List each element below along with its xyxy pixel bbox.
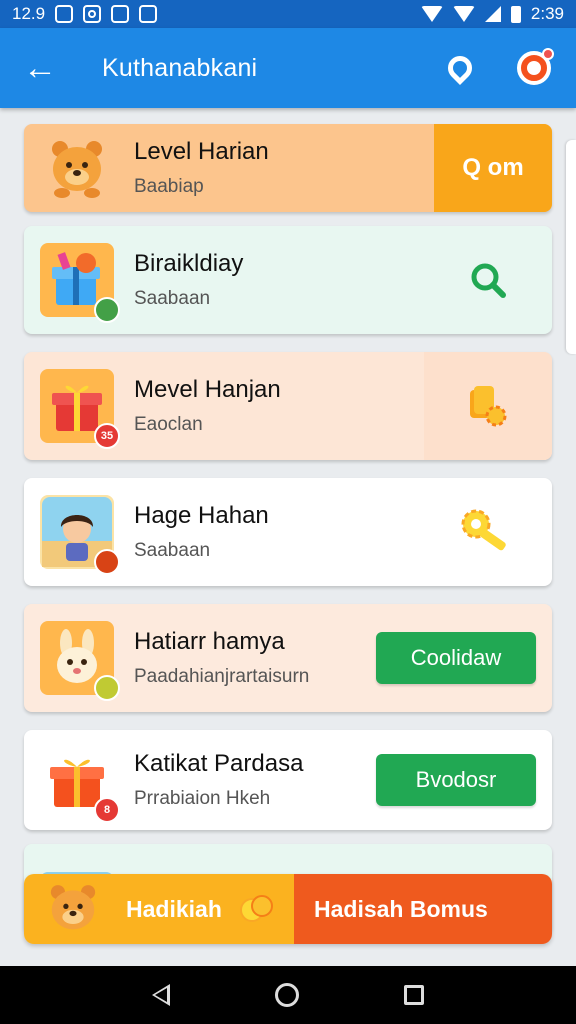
signal-icon [484, 6, 501, 22]
card-title: Hatiarr hamya [134, 628, 285, 655]
card-title: Mevel Hanjan [134, 376, 281, 403]
banner-left-label: Hadikiah [126, 895, 222, 922]
key-icon [461, 509, 506, 551]
scroll-indicator[interactable] [566, 140, 576, 354]
settings-button[interactable] [424, 352, 552, 460]
level-badge: 8 [94, 797, 120, 823]
back-button[interactable]: ← [20, 48, 60, 88]
card-subtitle: Prrabiaion Hkeh [134, 788, 271, 809]
reward-list: Level Harian Baabiap Q om Biraikldiay Sa… [24, 124, 552, 934]
card-title: Katikat Pardasa [134, 750, 304, 777]
card-title: Biraikldiay [134, 250, 244, 277]
key-button[interactable] [424, 478, 552, 586]
card-subtitle: Baabiap [134, 176, 204, 197]
photo-notification-icon [55, 5, 74, 23]
page-title: Kuthanabkani [102, 53, 258, 82]
bunny-icon [40, 621, 120, 701]
record-notification-icon [83, 5, 102, 23]
level-badge: 35 [94, 423, 120, 449]
notification-button[interactable] [512, 46, 556, 90]
avatar-child-icon [40, 495, 120, 575]
claim-button[interactable]: Bvodosr [376, 754, 536, 806]
card-text: Katikat Pardasa Prrabiaion Hkeh [134, 749, 303, 811]
list-item-katikat-pardasa[interactable]: 8 Katikat Pardasa Prrabiaion Hkeh Bvodos… [24, 730, 552, 830]
card-subtitle: Saabaan [134, 288, 211, 309]
card-subtitle: Paadahianjrartaisurn [134, 666, 310, 687]
coins-gear-icon [470, 386, 507, 427]
list-item-hatiarr-hamya[interactable]: Hatiarr hamya Paadahianjrartaisurn Cooli… [24, 604, 552, 712]
vibrate-icon [420, 6, 443, 22]
list-item-mevel-hanjan[interactable]: 35 Mevel Hanjan Eaoclan [24, 352, 552, 460]
banner-left-section[interactable]: Hadikiah [24, 874, 294, 944]
banner-right-section[interactable]: Hadisah Bomus [294, 874, 552, 944]
search-icon [471, 263, 506, 298]
wifi-icon [452, 6, 475, 22]
location-pin-icon [443, 51, 477, 85]
gift-box-icon: 35 [40, 369, 120, 449]
gift-box-icon: 8 [40, 743, 120, 823]
claim-button[interactable]: Coolidaw [376, 632, 536, 684]
level-badge [94, 549, 120, 575]
card-subtitle: Saabaan [134, 540, 211, 561]
bear-mascot-icon [50, 885, 96, 930]
list-item-level-harian[interactable]: Level Harian Baabiap Q om [24, 124, 552, 212]
nav-back-icon[interactable] [152, 984, 171, 1006]
card-text: Hatiarr hamya Paadahianjrartaisurn [134, 627, 309, 689]
bear-mascot-icon [40, 131, 114, 205]
status-bar: 12.9 2:39 [0, 0, 576, 28]
card-text: Biraikldiay Saabaan [134, 249, 243, 311]
list-item-hage-hahan[interactable]: Hage Hahan Saabaan [24, 478, 552, 586]
status-time-left: 12.9 [12, 4, 46, 23]
arrow-left-icon: ← [23, 48, 57, 87]
bonus-banner[interactable]: Hadikiah Hadisah Bomus [24, 874, 552, 944]
status-bar-left: 12.9 [12, 4, 158, 24]
status-bar-right: 2:39 [420, 4, 564, 24]
status-time-right: 2:39 [530, 4, 564, 23]
card-text: Hage Hahan Saabaan [134, 501, 269, 563]
card-text: Level Harian Baabiap [134, 137, 269, 199]
gift-box-icon [40, 243, 120, 323]
card-title: Level Harian [134, 138, 269, 165]
level-badge [94, 675, 120, 701]
level-badge [94, 297, 120, 323]
search-button[interactable] [424, 226, 552, 334]
card-subtitle: Eaoclan [134, 414, 203, 435]
nav-home-icon[interactable] [274, 983, 299, 1007]
coins-icon [239, 895, 273, 922]
card-title: Hage Hahan [134, 502, 269, 529]
nav-recent-icon[interactable] [403, 985, 424, 1005]
app-notification-icon [111, 5, 130, 23]
battery-icon [510, 5, 521, 23]
list-item-birthday[interactable]: Biraikldiay Saabaan [24, 226, 552, 334]
card-text: Mevel Hanjan Eaoclan [134, 375, 281, 437]
message-notification-icon [139, 5, 158, 23]
notification-dot [542, 48, 554, 60]
app-bar: ← Kuthanabkani [0, 28, 576, 108]
location-button[interactable] [438, 46, 482, 90]
system-nav-bar [0, 966, 576, 1024]
banner-right-label: Hadisah Bomus [314, 895, 488, 922]
card-action-button[interactable]: Q om [434, 124, 552, 212]
